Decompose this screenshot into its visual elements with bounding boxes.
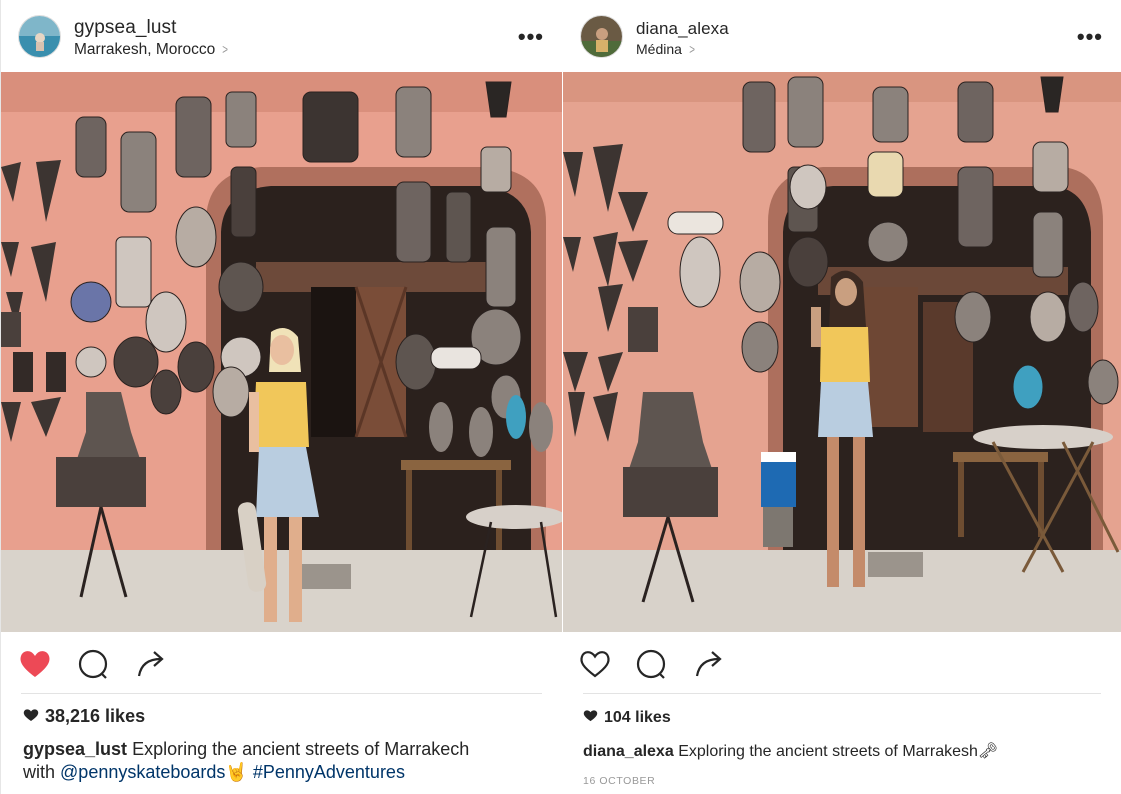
more-options-icon[interactable]: ••• xyxy=(518,24,544,50)
chevron-right-icon: > xyxy=(222,41,229,57)
caption-username[interactable]: gypsea_lust xyxy=(23,739,127,759)
post-header: diana_alexa Médina > ••• xyxy=(563,0,1121,72)
heart-icon xyxy=(23,706,39,727)
avatar[interactable] xyxy=(18,15,61,58)
hashtag-link[interactable]: #PennyAdventures xyxy=(253,762,405,782)
post-header: gypsea_lust Marrakesh, Morocco > ••• xyxy=(1,0,562,72)
post-photo[interactable] xyxy=(1,72,562,632)
post-actions xyxy=(563,640,1121,688)
post-card-right: diana_alexa Médina > ••• 104 likes diana… xyxy=(563,0,1121,794)
more-options-icon[interactable]: ••• xyxy=(1077,24,1103,50)
post-caption: diana_alexa Exploring the ancient street… xyxy=(583,740,998,763)
heart-icon xyxy=(583,709,598,727)
heart-icon[interactable] xyxy=(17,646,53,682)
caption-username[interactable]: diana_alexa xyxy=(583,743,674,760)
likes-count[interactable]: 104 likes xyxy=(583,709,671,727)
post-location[interactable]: Médina > xyxy=(636,41,696,57)
post-username[interactable]: diana_alexa xyxy=(636,19,729,39)
likes-label: 104 likes xyxy=(604,709,671,726)
caption-text-line2: with xyxy=(23,762,56,782)
location-label[interactable]: Marrakesh, Morocco xyxy=(74,41,215,58)
comment-icon[interactable] xyxy=(633,646,669,682)
post-location[interactable]: Marrakesh, Morocco > xyxy=(74,41,229,59)
divider xyxy=(583,693,1101,694)
caption-text: Exploring the ancient streets of Marrake… xyxy=(132,739,470,759)
avatar[interactable] xyxy=(580,15,623,58)
caption-text: Exploring the ancient streets of Marrake… xyxy=(678,743,978,760)
share-icon[interactable] xyxy=(691,646,727,682)
chevron-right-icon: > xyxy=(689,41,695,57)
post-username[interactable]: gypsea_lust xyxy=(74,17,177,39)
post-date: 16 OCTOBER xyxy=(583,775,656,787)
location-label[interactable]: Médina xyxy=(636,41,682,57)
mention-link[interactable]: @pennyskateboards xyxy=(60,762,225,782)
likes-label: 38,216 likes xyxy=(45,706,146,726)
post-actions xyxy=(1,640,562,688)
key-emoji: 🗝 xyxy=(977,743,999,760)
rock-emoji: 🤘 xyxy=(225,762,248,782)
post-caption: gypsea_lust Exploring the ancient street… xyxy=(23,738,469,784)
divider xyxy=(21,693,542,694)
post-photo[interactable] xyxy=(563,72,1121,632)
comment-icon[interactable] xyxy=(75,646,111,682)
post-card-left: gypsea_lust Marrakesh, Morocco > ••• 38,… xyxy=(0,0,562,794)
likes-count[interactable]: 38,216 likes xyxy=(23,706,145,727)
share-icon[interactable] xyxy=(133,646,169,682)
heart-icon[interactable] xyxy=(577,646,613,682)
